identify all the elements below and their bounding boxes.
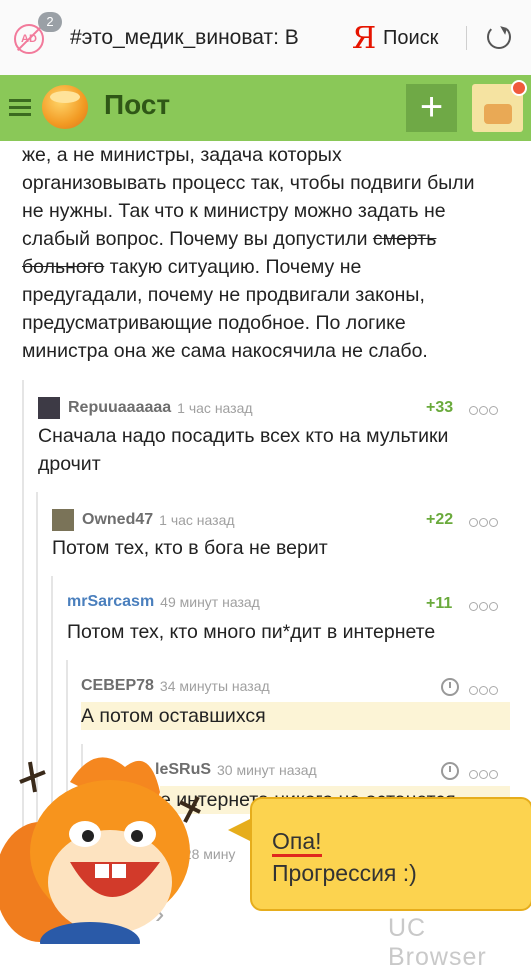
comment-header: Owned47 1 час назад	[52, 509, 235, 531]
post-text: такую ситуацию. Почему не	[104, 256, 362, 278]
post-line: больного такую ситуацию. Почему не	[22, 253, 512, 281]
ad-count-badge: 2	[38, 12, 62, 32]
comment-author[interactable]: mrSarcasm	[67, 593, 154, 610]
adblock-icon-label: AD	[21, 33, 37, 45]
comment-header: Repuuaaaaaa 1 час назад	[38, 397, 253, 419]
more-options-icon[interactable]	[469, 766, 499, 779]
search-button[interactable]: Поиск	[383, 27, 438, 50]
speech-bubble-tail	[228, 818, 252, 842]
post-text: слабый вопрос. Почему вы допустили	[22, 228, 373, 250]
more-options-icon[interactable]	[469, 402, 499, 415]
post-line: же, а не министры, задача которых	[22, 144, 342, 166]
address-bar[interactable]: #это_медик_виноват: В	[70, 26, 328, 50]
comment-time[interactable]: 1 час назад	[159, 512, 234, 528]
more-options-icon[interactable]	[469, 682, 499, 695]
comment-time[interactable]: 49 минут назад	[160, 594, 260, 610]
post-body: же, а не министры, задача которых органи…	[22, 141, 512, 365]
comment-rating: +33	[426, 399, 454, 416]
post-line: министра она же сама накосячила не слабо…	[22, 340, 428, 362]
page-title: Пост	[104, 89, 171, 120]
strikethrough-text: больного	[22, 256, 105, 278]
browser-top-bar: AD 2 #это_медик_виноват: В Я Поиск	[0, 0, 531, 76]
comment-author[interactable]: Repuuaaaaaa	[68, 399, 171, 416]
comment-text: Потом тех, кто много пи*дит в интернете	[67, 621, 436, 643]
comment-avatar[interactable]	[52, 509, 74, 531]
more-options-icon[interactable]	[469, 598, 499, 611]
pikabu-logo[interactable]	[42, 85, 88, 129]
comment-text: Потом тех, кто в бога не верит	[52, 537, 328, 559]
strikethrough-text: смерть	[372, 228, 437, 250]
squirrel-mascot-icon[interactable]	[0, 742, 240, 944]
comment-author[interactable]: СЕВЕР78	[81, 677, 154, 694]
divider	[466, 26, 467, 50]
speech-bubble-line: Опа!	[272, 828, 322, 857]
post-line: предугадали, почему не продвигали законы…	[22, 284, 425, 306]
comment-rating: +11	[426, 595, 453, 612]
clock-icon[interactable]	[441, 678, 459, 696]
post-line: не нужны. Так что к министру можно задат…	[22, 200, 446, 222]
yandex-logo[interactable]: Я	[352, 21, 376, 56]
clock-icon[interactable]	[441, 762, 459, 780]
post-line: слабый вопрос. Почему вы допустили смерт…	[22, 225, 512, 253]
post-line: предусматривающие подобное. По логике	[22, 312, 406, 334]
comment-time[interactable]: 1 час назад	[177, 400, 252, 416]
more-options-icon[interactable]	[469, 514, 499, 527]
comment-text: Сначала надо посадить всех кто на мульти…	[38, 425, 449, 475]
add-post-button[interactable]: +	[406, 84, 457, 132]
reload-icon[interactable]	[487, 25, 511, 49]
notification-dot	[511, 80, 527, 96]
comment-time[interactable]: 34 минуты назад	[160, 678, 270, 694]
comment-header: mrSarcasm 49 минут назад	[67, 593, 260, 615]
menu-icon[interactable]	[9, 99, 31, 116]
post-line: организовывать процесс так, чтобы подвиг…	[22, 172, 475, 194]
comment-header: СЕВЕР78 34 минуты назад	[81, 677, 270, 699]
comment-author[interactable]: Owned47	[82, 511, 153, 528]
comment-rating: +22	[426, 511, 454, 528]
comment-text: А потом оставшихся	[81, 702, 510, 730]
uc-browser-watermark: UC Browser	[388, 914, 487, 971]
speech-bubble-line: Прогрессия :)	[272, 860, 417, 886]
comment-avatar[interactable]	[38, 397, 60, 419]
speech-bubble-link[interactable]: Опа!	[272, 828, 322, 857]
site-header: Пост +	[0, 75, 531, 141]
